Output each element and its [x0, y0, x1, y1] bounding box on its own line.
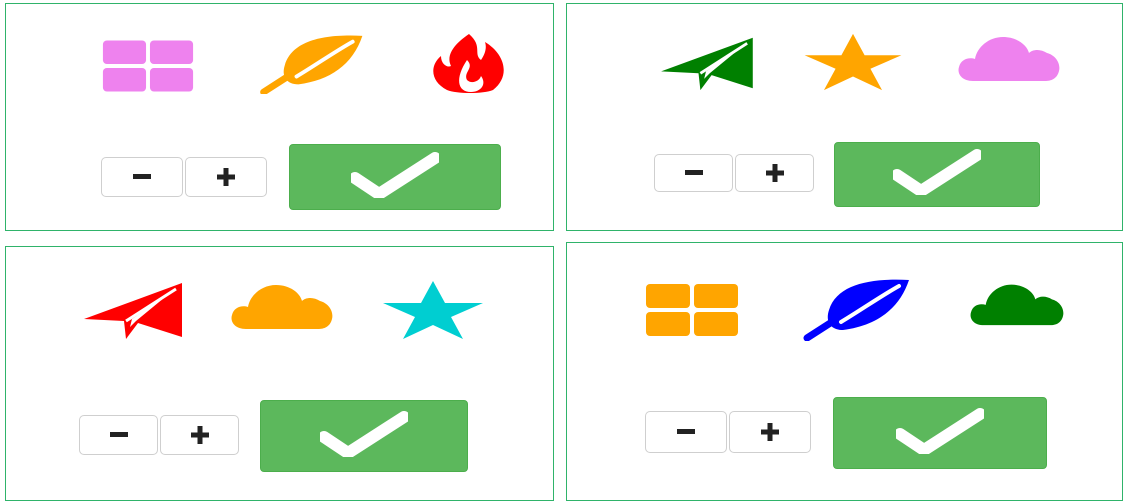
- confirm-button[interactable]: [834, 142, 1040, 207]
- paper-plane-icon[interactable]: [80, 279, 184, 341]
- cloud-icon[interactable]: [955, 32, 1063, 84]
- quantity-stepper: [645, 411, 811, 453]
- icon-panel-4: [566, 242, 1123, 501]
- check-icon: [891, 149, 983, 200]
- cloud-icon[interactable]: [228, 281, 336, 331]
- leaf-icon[interactable]: [801, 275, 913, 341]
- decrement-button[interactable]: [79, 415, 158, 455]
- minus-icon: [677, 429, 695, 435]
- increment-button[interactable]: [160, 415, 239, 455]
- icon-panel-2: [566, 3, 1123, 231]
- plus-icon: [765, 164, 784, 182]
- minus-icon: [133, 174, 151, 180]
- confirm-button[interactable]: [833, 397, 1047, 469]
- quantity-stepper: [101, 157, 267, 197]
- grid-icon[interactable]: [99, 38, 197, 94]
- quantity-stepper: [654, 154, 814, 192]
- decrement-button[interactable]: [101, 157, 183, 197]
- plus-icon: [190, 426, 209, 444]
- confirm-button[interactable]: [289, 144, 501, 210]
- minus-icon: [684, 170, 703, 176]
- check-icon: [318, 410, 410, 462]
- quantity-stepper: [79, 415, 239, 455]
- decrement-button[interactable]: [654, 154, 733, 192]
- grid-icon[interactable]: [642, 281, 742, 339]
- minus-icon: [109, 432, 128, 438]
- plus-icon: [217, 168, 235, 186]
- plus-icon: [761, 423, 779, 441]
- check-icon: [894, 407, 986, 459]
- check-icon: [349, 151, 441, 203]
- increment-button[interactable]: [185, 157, 267, 197]
- icon-panel-3: [5, 246, 554, 501]
- increment-button[interactable]: [729, 411, 811, 453]
- cloud-icon[interactable]: [961, 281, 1073, 327]
- icon-panel-1: [5, 3, 554, 231]
- star-icon[interactable]: [379, 279, 487, 341]
- paper-plane-icon[interactable]: [655, 34, 757, 92]
- decrement-button[interactable]: [645, 411, 727, 453]
- fire-icon[interactable]: [424, 32, 516, 94]
- confirm-button[interactable]: [260, 400, 468, 472]
- increment-button[interactable]: [735, 154, 814, 192]
- star-icon[interactable]: [800, 32, 906, 92]
- leaf-icon[interactable]: [256, 32, 368, 94]
